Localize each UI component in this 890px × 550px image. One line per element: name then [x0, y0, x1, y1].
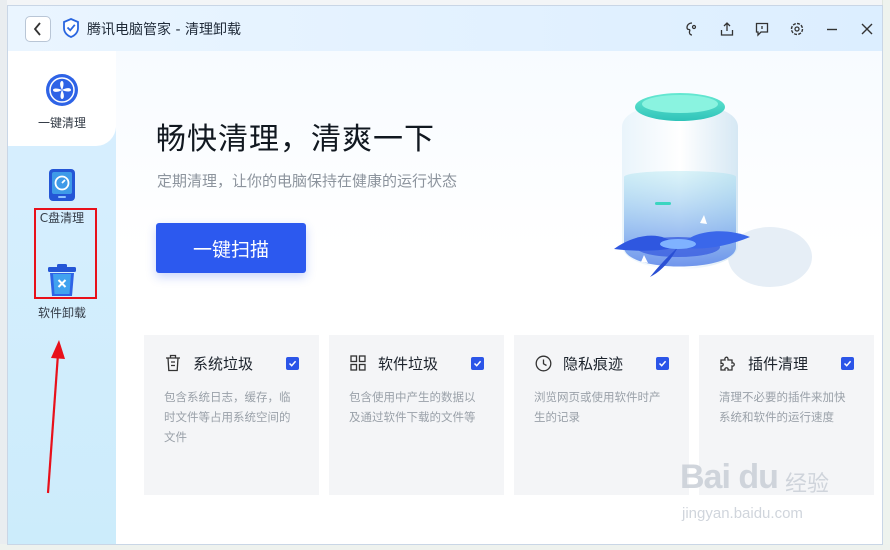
background-window-edge-right	[882, 0, 890, 550]
hero-subtitle: 定期清理，让你的电脑保持在健康的运行状态	[157, 172, 458, 190]
skin-button[interactable]	[674, 6, 709, 51]
air-purifier-illustration-icon	[614, 93, 812, 287]
skin-icon	[685, 21, 696, 36]
card-header: 插件清理	[719, 353, 808, 373]
card-checkbox[interactable]	[841, 357, 854, 370]
card-title: 隐私痕迹	[563, 354, 624, 373]
one-click-scan-button[interactable]: 一键扫描	[156, 223, 306, 273]
shield-logo-icon	[63, 18, 79, 38]
titlebar-controls	[674, 6, 882, 51]
card-title: 系统垃圾	[193, 354, 254, 373]
back-button[interactable]	[25, 16, 51, 42]
card-header: 隐私痕迹	[534, 353, 623, 373]
grid-icon	[349, 354, 367, 372]
close-icon	[861, 23, 872, 34]
card-header: 系统垃圾	[164, 353, 253, 373]
checkmark-icon	[288, 360, 297, 367]
trash-outline-icon	[164, 354, 182, 372]
annotation-highlight-box	[34, 208, 97, 299]
card-checkbox[interactable]	[286, 357, 299, 370]
upload-icon	[720, 21, 733, 36]
card-title: 软件垃圾	[378, 354, 439, 373]
app-window: 腾讯电脑管家 - 清理卸载 一键清理 C盘清理 软件卸载 畅快清理，清爽一下 定…	[7, 5, 883, 545]
window-title: 腾讯电脑管家 - 清理卸载	[87, 22, 241, 38]
settings-button[interactable]	[779, 6, 814, 51]
card-title: 插件清理	[748, 354, 809, 373]
close-button[interactable]	[849, 6, 882, 51]
card-system-junk[interactable]: 系统垃圾 包含系统日志，缓存，临时文件等占用系统空间的文件	[144, 335, 319, 495]
card-checkbox[interactable]	[471, 357, 484, 370]
minimize-button[interactable]	[814, 6, 849, 51]
card-description: 包含使用中产生的数据以及通过软件下载的文件等	[349, 390, 476, 424]
sidebar-item-label: 一键清理	[37, 116, 86, 130]
feedback-button[interactable]	[744, 6, 779, 51]
checkmark-icon	[658, 360, 667, 367]
hero-title: 畅快清理，清爽一下	[156, 122, 435, 157]
clean-category-cards: 系统垃圾 包含系统日志，缓存，临时文件等占用系统空间的文件 软件垃圾 包含使用中…	[136, 335, 874, 497]
settings-icon	[790, 22, 803, 35]
card-header: 软件垃圾	[349, 353, 438, 373]
checkmark-icon	[843, 360, 852, 367]
card-plugin-clean[interactable]: 插件清理 清理不必要的插件来加快系统和软件的运行速度	[699, 335, 874, 495]
background-window-edge	[0, 0, 7, 550]
chevron-left-icon	[33, 22, 41, 36]
card-software-junk[interactable]: 软件垃圾 包含使用中产生的数据以及通过软件下载的文件等	[329, 335, 504, 495]
feedback-icon	[755, 22, 768, 37]
clock-icon	[534, 354, 552, 372]
sidebar-item-label: 软件卸载	[37, 306, 86, 320]
annotation-arrow-icon	[46, 340, 65, 494]
fan-icon	[45, 73, 79, 107]
main-content: 畅快清理，清爽一下 定期清理，让你的电脑保持在健康的运行状态 一键扫描 系统垃圾…	[116, 51, 882, 544]
card-description: 浏览网页或使用软件时产生的记录	[534, 390, 661, 424]
card-description: 包含系统日志，缓存，临时文件等占用系统空间的文件	[164, 390, 291, 444]
card-checkbox[interactable]	[656, 357, 669, 370]
card-privacy-traces[interactable]: 隐私痕迹 浏览网页或使用软件时产生的记录	[514, 335, 689, 495]
minimize-icon	[826, 28, 837, 30]
title-bar: 腾讯电脑管家 - 清理卸载	[8, 6, 882, 51]
upload-button[interactable]	[709, 6, 744, 51]
card-description: 清理不必要的插件来加快系统和软件的运行速度	[719, 390, 846, 424]
checkmark-icon	[473, 360, 482, 367]
sidebar-item-one-click-clean[interactable]: 一键清理	[8, 51, 116, 146]
puzzle-icon	[719, 354, 737, 372]
disk-icon	[45, 168, 79, 202]
